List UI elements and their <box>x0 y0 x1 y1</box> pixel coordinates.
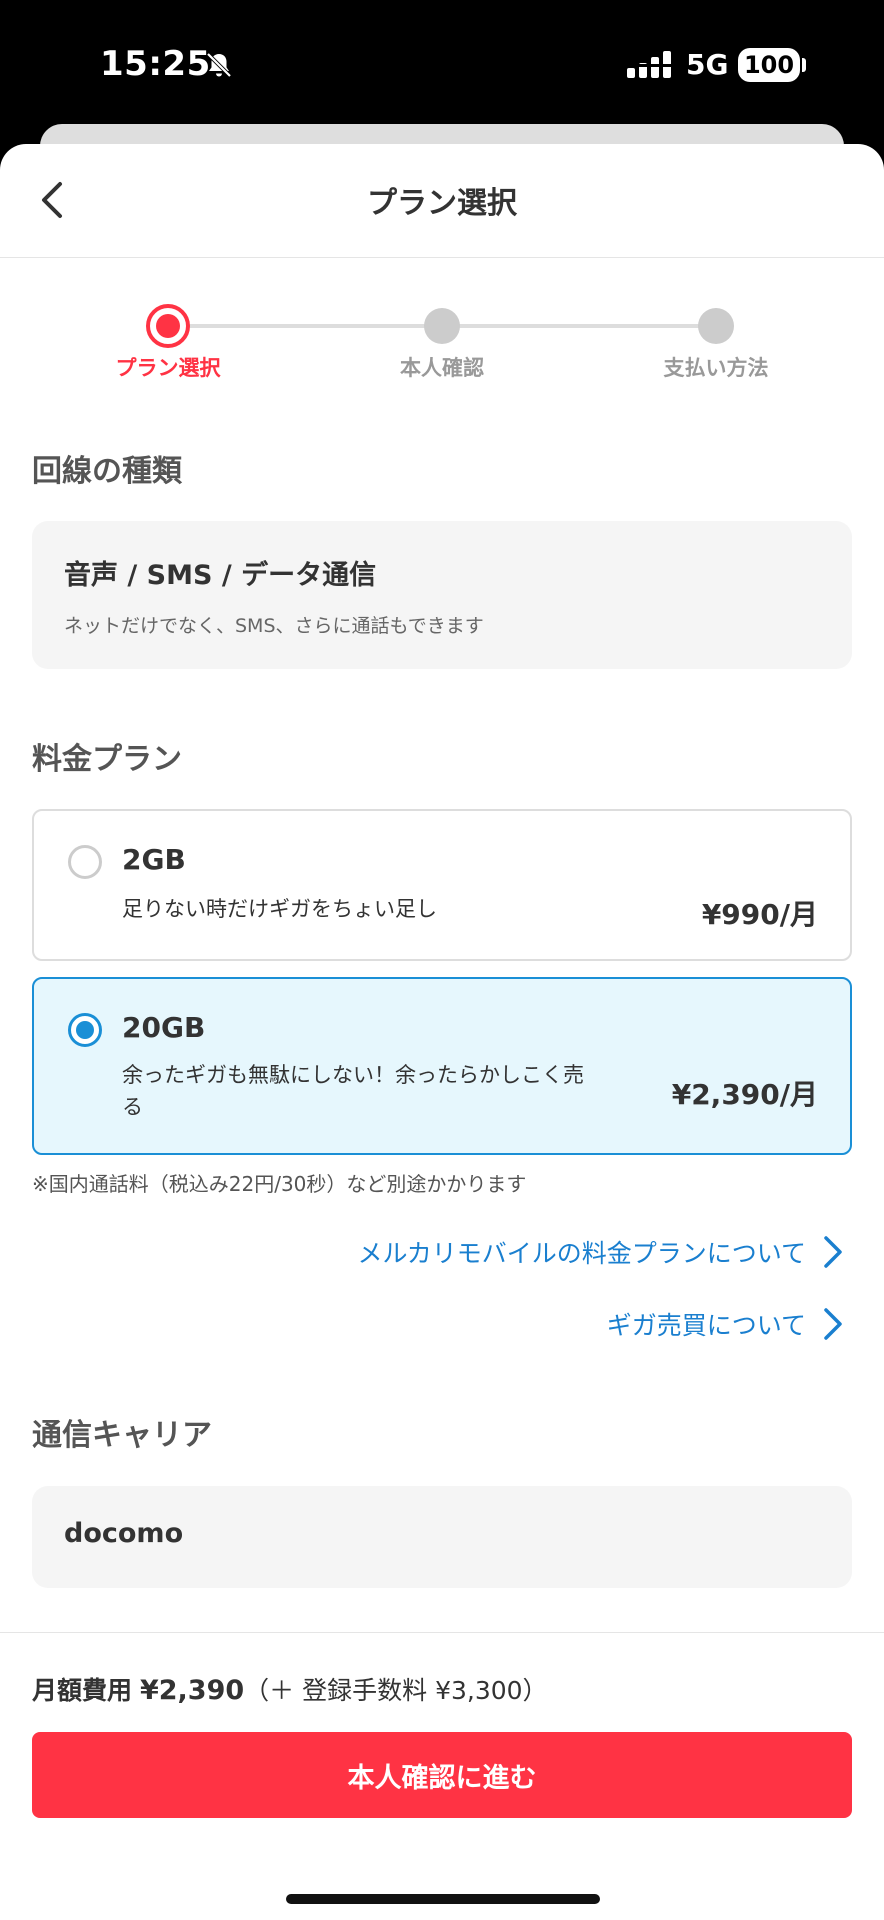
monthly-fee: 月額費用 ¥2,390（＋ 登録手数料 ¥3,300） <box>32 1671 548 1707</box>
network-type: 5G <box>686 48 729 81</box>
call-fee-note: ※国内通話料（税込み22円/30秒）など別途かかります <box>32 1172 527 1196</box>
stepper-line <box>442 324 716 328</box>
carrier-card: docomo <box>32 1486 852 1588</box>
line-type-description: ネットだけでなく、SMS、さらに通話もできます <box>64 615 484 637</box>
carrier-heading: 通信キャリア <box>32 1418 212 1453</box>
bell-muted-icon <box>206 52 232 78</box>
plan-name: 20GB <box>122 1011 206 1044</box>
battery-icon: 100 <box>738 48 800 82</box>
battery-tip <box>802 58 806 72</box>
chevron-right-icon <box>824 1308 842 1340</box>
link-label: ギガ売買について <box>606 1311 806 1340</box>
step-2-dot <box>424 308 460 344</box>
battery-level: 100 <box>743 51 795 79</box>
line-type-heading: 回線の種類 <box>32 454 182 489</box>
header: プラン選択 <box>0 144 884 258</box>
plan-option-20gb[interactable]: 20GB 余ったギガも無駄にしない！余ったらかしこく売る ¥2,390/月 <box>32 977 852 1155</box>
fee-label: 月額費用 <box>32 1676 133 1705</box>
plan-description: 足りない時だけギガをちょい足し <box>122 897 437 921</box>
step-3-dot <box>698 308 734 344</box>
proceed-identity-button[interactable]: 本人確認に進む <box>32 1732 852 1818</box>
step-3-label: 支払い方法 <box>663 356 769 380</box>
fee-extra: （＋ 登録手数料 ¥3,300） <box>244 1676 548 1705</box>
footer: 月額費用 ¥2,390（＋ 登録手数料 ¥3,300） 本人確認に進む <box>0 1632 884 1920</box>
link-label: メルカリモバイルの料金プランについて <box>357 1239 806 1268</box>
status-bar: 15:25 5G 100 <box>0 0 884 130</box>
fee-amount: ¥2,390 <box>139 1675 245 1706</box>
home-indicator <box>286 1894 600 1904</box>
signal-icon <box>627 51 671 78</box>
plan-selection-sheet: プラン選択 プラン選択 本人確認 支払い方法 回線の種類 音声 / SMS / … <box>0 144 884 1920</box>
plan-price: ¥2,390/月 <box>671 1078 818 1111</box>
plan-option-2gb[interactable]: 2GB 足りない時だけギガをちょい足し ¥990/月 <box>32 809 852 961</box>
status-time: 15:25 <box>100 44 211 84</box>
page-title: プラン選択 <box>367 186 517 221</box>
line-type-name: 音声 / SMS / データ通信 <box>64 560 377 591</box>
plan-name: 2GB <box>122 843 186 876</box>
carrier-name: docomo <box>64 1518 184 1549</box>
pricing-plan-link[interactable]: メルカリモバイルの料金プランについて <box>357 1234 844 1270</box>
radio-button[interactable] <box>68 845 102 879</box>
chevron-right-icon <box>824 1236 842 1268</box>
stepper-line <box>168 324 442 328</box>
step-1-dot <box>146 304 190 348</box>
step-2-label: 本人確認 <box>400 356 484 380</box>
step-1-label: プラン選択 <box>115 356 221 380</box>
giga-trade-link[interactable]: ギガ売買について <box>607 1306 844 1342</box>
plan-heading: 料金プラン <box>32 742 182 777</box>
plan-price: ¥990/月 <box>701 898 818 931</box>
radio-button-selected[interactable] <box>68 1013 102 1047</box>
line-type-card: 音声 / SMS / データ通信 ネットだけでなく、SMS、さらに通話もできます <box>32 521 852 669</box>
plan-description: 余ったギガも無駄にしない！余ったらかしこく売る <box>122 1063 584 1119</box>
